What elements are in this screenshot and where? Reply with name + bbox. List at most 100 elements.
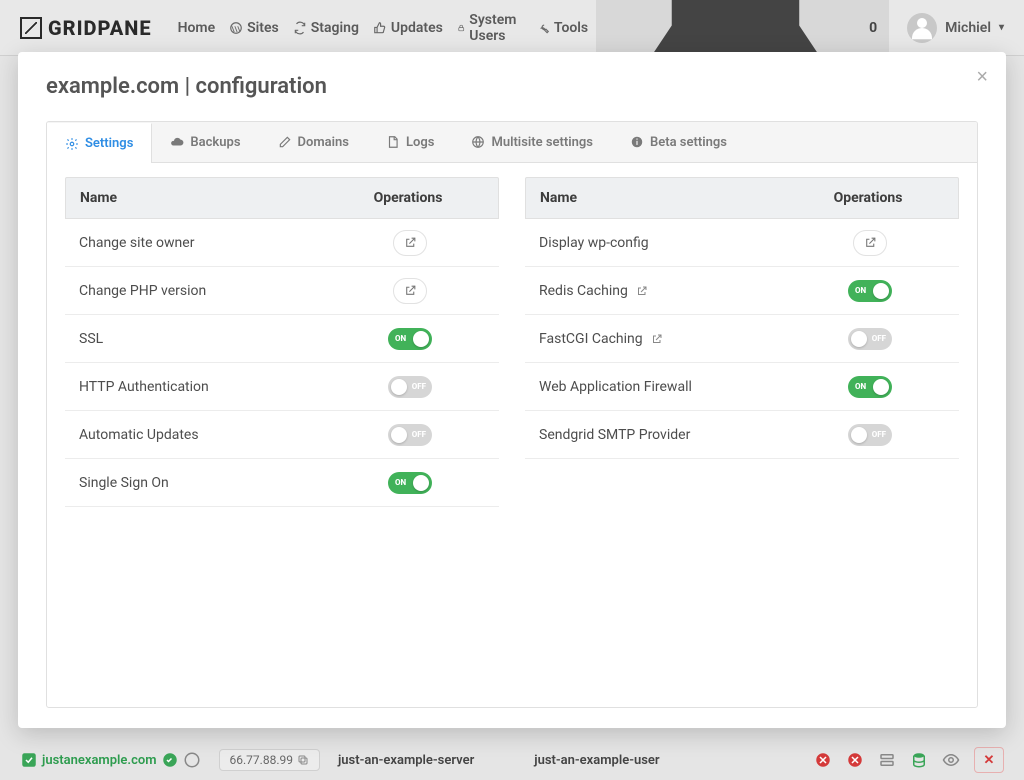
external-link-icon[interactable] [636,285,648,297]
system-user-name[interactable]: just-an-example-user [534,753,659,768]
toggle-off[interactable]: OFF [848,424,892,446]
tab-domains[interactable]: Domains [260,122,368,162]
setting-control: ON [795,376,945,398]
setting-label: Single Sign On [79,475,335,491]
delete-button[interactable]: ✕ [974,747,1004,773]
external-link-icon [404,284,417,297]
setting-control: OFF [795,424,945,446]
external-link-icon[interactable] [651,333,663,345]
lock-icon [457,21,465,35]
setting-control: ON [335,472,485,494]
setting-label: Display wp-config [539,235,795,251]
copy-icon [297,754,309,766]
wordpress-icon [229,21,243,35]
nav-items: Home Sites Staging Updates System Users [178,12,589,44]
setting-label: SSL [79,331,335,347]
tab-logs[interactable]: Logs [368,122,453,162]
site-status-cell[interactable]: justanexample.com [20,751,201,769]
nav-system-users[interactable]: System Users [457,12,522,44]
toggle-knob [873,379,889,395]
toggle-knob [413,331,429,347]
setting-control: OFF [795,328,945,350]
user-name: Michiel [945,20,991,36]
col-name: Name [66,178,318,218]
setting-control [335,230,485,256]
setting-control [335,278,485,304]
external-link-icon [864,236,877,249]
external-link-icon [404,236,417,249]
site-domain: justanexample.com [42,753,157,768]
setting-control: OFF [335,376,485,398]
setting-control: ON [795,280,945,302]
setting-control: ON [335,328,485,350]
wrench-icon [536,21,550,35]
notifications-count: 0 [869,20,877,36]
col-operations: Operations [318,178,498,218]
setting-label: Sendgrid SMTP Provider [539,427,795,443]
col-name: Name [526,178,778,218]
toggle-on[interactable]: ON [848,280,892,302]
toggle-off[interactable]: OFF [388,376,432,398]
toggle-on[interactable]: ON [388,472,432,494]
brand-logo[interactable]: GRIDPANE [20,16,152,40]
sites-table-row: justanexample.com 66.77.88.99 just-an-ex… [20,740,1004,780]
setting-row: Redis Caching ON [525,267,959,315]
toggle-off[interactable]: OFF [388,424,432,446]
setting-row: SSL ON [65,315,499,363]
database-icon[interactable] [910,751,928,769]
server-icon[interactable] [878,751,896,769]
wordpress-small-icon [183,751,201,769]
logo-mark-icon [20,17,42,39]
nav-updates[interactable]: Updates [373,12,443,44]
status-error-icon-2[interactable] [846,751,864,769]
tab-backups[interactable]: Backups [152,122,259,162]
file-icon [386,135,400,149]
open-link-button[interactable] [853,230,887,256]
top-navbar: GRIDPANE Home Sites Staging Updates Sys [0,0,1024,56]
setting-label: FastCGI Caching [539,331,795,347]
setting-row: Automatic Updates OFF [65,411,499,459]
settings-panel: Name Operations Change site ownerChange … [47,163,977,707]
setting-row: Web Application FirewallON [525,363,959,411]
avatar [907,13,937,43]
setting-label: Redis Caching [539,283,795,299]
setting-label: Automatic Updates [79,427,335,443]
settings-right-column: Name Operations Display wp-config Redis C… [525,177,959,693]
open-link-button[interactable] [393,230,427,256]
tab-beta[interactable]: Beta settings [612,122,746,162]
toggle-off[interactable]: OFF [848,328,892,350]
nav-sites[interactable]: Sites [229,12,279,44]
check-icon [20,751,38,769]
eye-icon[interactable] [942,751,960,769]
setting-label: Change site owner [79,235,335,251]
table-header: Name Operations [525,177,959,219]
setting-label: HTTP Authentication [79,379,335,395]
chevron-down-icon: ▾ [999,22,1004,33]
sync-small-icon [161,751,179,769]
gear-icon [65,137,79,151]
tabs: Settings Backups Domains Logs [47,122,977,163]
toggle-knob [851,331,867,347]
toggle-on[interactable]: ON [848,376,892,398]
setting-control: OFF [335,424,485,446]
status-error-icon[interactable] [814,751,832,769]
tab-settings[interactable]: Settings [47,123,152,163]
nav-tools[interactable]: Tools [536,12,588,44]
toggle-knob [873,283,889,299]
thumbs-up-icon [373,21,387,35]
server-name[interactable]: just-an-example-server [338,753,474,768]
globe-icon [471,135,485,149]
toggle-knob [413,475,429,491]
setting-row: FastCGI Caching OFF [525,315,959,363]
site-config-modal: × example.com | configuration Settings B… [18,52,1006,728]
open-link-button[interactable] [393,278,427,304]
setting-control [795,230,945,256]
nav-staging[interactable]: Staging [293,12,359,44]
tab-multisite[interactable]: Multisite settings [453,122,612,162]
user-menu[interactable]: Michiel ▾ [907,13,1004,43]
close-button[interactable]: × [976,66,988,89]
setting-row: Sendgrid SMTP Provider OFF [525,411,959,459]
toggle-on[interactable]: ON [388,328,432,350]
ip-chip[interactable]: 66.77.88.99 [219,749,320,771]
nav-home[interactable]: Home [178,12,216,44]
